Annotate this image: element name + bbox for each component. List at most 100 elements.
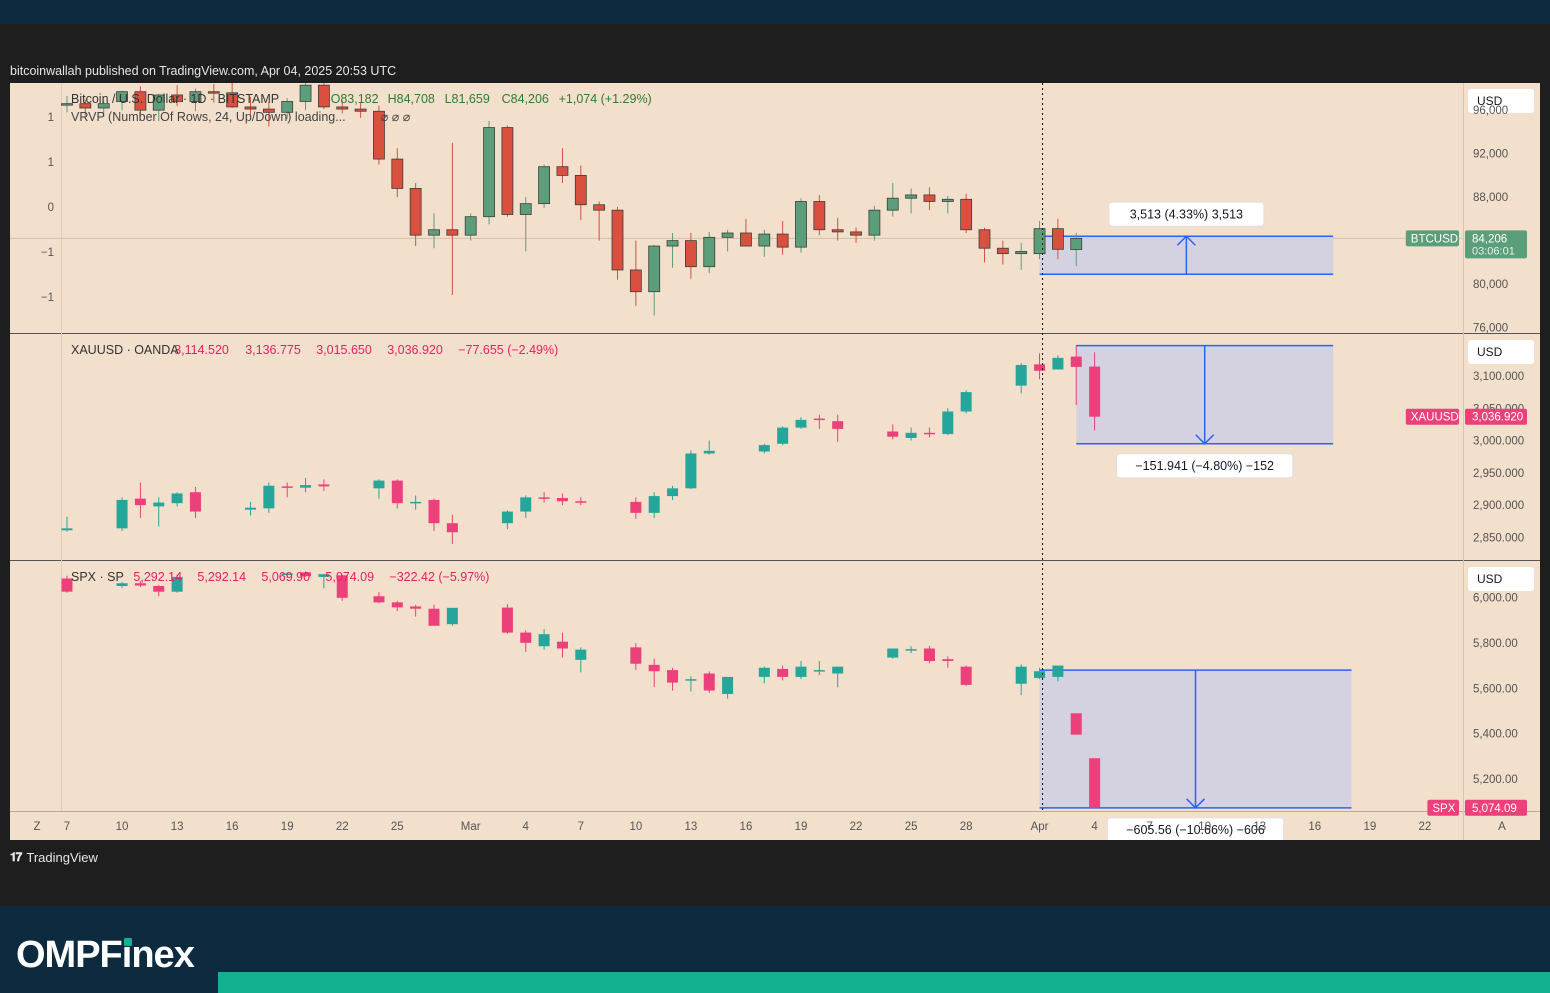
candle-body	[1015, 251, 1028, 255]
last-price-value: 3,036.920	[1472, 412, 1523, 424]
candle	[923, 427, 935, 438]
candle	[538, 164, 550, 208]
candle	[813, 194, 826, 236]
candle-body	[299, 84, 312, 102]
time-tick-label: 7	[64, 821, 70, 833]
price-axis-3: USD 6,000.00 5,800.00 5,600.00 5,400.00 5,200…	[1427, 567, 1534, 816]
candle-body	[391, 602, 403, 608]
candle-body	[519, 203, 532, 215]
candle-body	[1070, 237, 1083, 250]
candle-body	[1070, 356, 1082, 367]
candle	[941, 196, 954, 214]
candle-body	[1052, 357, 1064, 370]
candle-body	[263, 485, 275, 509]
price-tick-label: 76,000	[1473, 323, 1508, 335]
chart-canvas[interactable]: 3,513 (4.33%) 3,513 USD 96,000 92,000 88,000…	[10, 83, 1540, 840]
candle	[758, 443, 770, 454]
measure-label: 3,513 (4.33%) 3,513	[1108, 201, 1265, 227]
ohlc-h: 3,136.775	[245, 343, 301, 357]
candle-body	[189, 492, 201, 512]
candle-body	[244, 106, 257, 110]
candle	[758, 229, 771, 257]
candle-body	[813, 418, 825, 421]
time-tick-label: 16	[1308, 821, 1321, 833]
candle-body	[153, 502, 165, 507]
ohlc-o: O83,182	[331, 92, 379, 106]
time-tick-label: 16	[740, 821, 753, 833]
candle	[299, 83, 312, 111]
brand-part-2: i	[121, 934, 133, 976]
candle-body	[538, 634, 550, 647]
candle	[373, 479, 385, 499]
candle	[813, 661, 825, 676]
candle-body	[831, 229, 844, 233]
time-tick-label: Apr	[1031, 821, 1049, 833]
candle	[960, 665, 972, 686]
ohlc-o: 5,292.14	[133, 570, 182, 584]
candle	[629, 240, 642, 306]
candle-body	[153, 586, 165, 592]
candle-body	[373, 480, 385, 489]
candle	[446, 514, 458, 544]
ohlc-chg: −77.655 (−2.49%)	[458, 343, 558, 357]
candle-body	[1015, 666, 1027, 684]
time-tick-label: 4	[523, 821, 530, 833]
ohlc-l: L81,659	[445, 92, 490, 106]
candle	[868, 205, 881, 241]
candle	[960, 390, 972, 414]
candle	[1015, 664, 1027, 696]
candle-body	[373, 596, 385, 603]
candle-body	[501, 127, 514, 215]
pane-2: −151.941 (−4.80%) −152USD3,100.0003,050.…	[61, 340, 1534, 544]
ohlc-l: 3,015.650	[316, 343, 372, 357]
candle-body	[960, 666, 972, 685]
price-tick-label: 2,850.000	[1473, 532, 1524, 544]
pane-header-1: Bitcoin / U.S. Dollar · 1D · BITSTAMP O83…	[41, 92, 652, 304]
candle-body	[1015, 364, 1027, 386]
candle	[189, 487, 201, 519]
left-scale-label: 0	[48, 202, 54, 214]
candle	[942, 408, 954, 436]
left-scale-label: 1	[48, 112, 54, 124]
candle	[611, 206, 624, 280]
candle	[318, 479, 330, 491]
ohlc-l: 5,069.90	[261, 570, 310, 584]
brand-part-1: OMPF	[16, 934, 123, 976]
candle-body	[245, 507, 256, 510]
candle	[795, 661, 807, 680]
indicator-icons: ⌀ ⌀ ⌀	[381, 110, 411, 124]
candle	[923, 645, 935, 664]
time-tick-label: 10	[116, 821, 129, 833]
candle	[245, 501, 256, 516]
time-tick-label: 28	[960, 821, 973, 833]
candle-body	[446, 607, 458, 625]
candle-body	[740, 232, 752, 247]
candle	[171, 492, 183, 507]
candle-body	[868, 209, 881, 236]
candle	[648, 492, 660, 519]
time-tick-label: 13	[171, 821, 184, 833]
time-tick-label: 10	[629, 821, 642, 833]
time-tick-label: 19	[281, 821, 294, 833]
candle-body	[795, 419, 807, 428]
candle	[391, 148, 404, 198]
candle-body	[667, 670, 679, 683]
candle-body	[722, 676, 734, 694]
candle	[391, 600, 403, 611]
candle	[978, 227, 991, 263]
candle	[832, 666, 844, 688]
price-tick-label: 3,000.000	[1473, 436, 1524, 448]
candle-body	[611, 209, 624, 271]
candle-body	[464, 216, 477, 236]
candle	[996, 240, 1009, 265]
candle	[501, 125, 514, 217]
candle	[721, 229, 734, 252]
candle-body	[721, 232, 734, 238]
candle	[519, 197, 532, 252]
time-tick-label: 22	[336, 821, 349, 833]
candle	[483, 121, 495, 225]
candle	[134, 482, 146, 519]
left-scale-label: 1	[48, 157, 54, 169]
candle	[116, 497, 128, 531]
candle-body	[703, 673, 715, 691]
